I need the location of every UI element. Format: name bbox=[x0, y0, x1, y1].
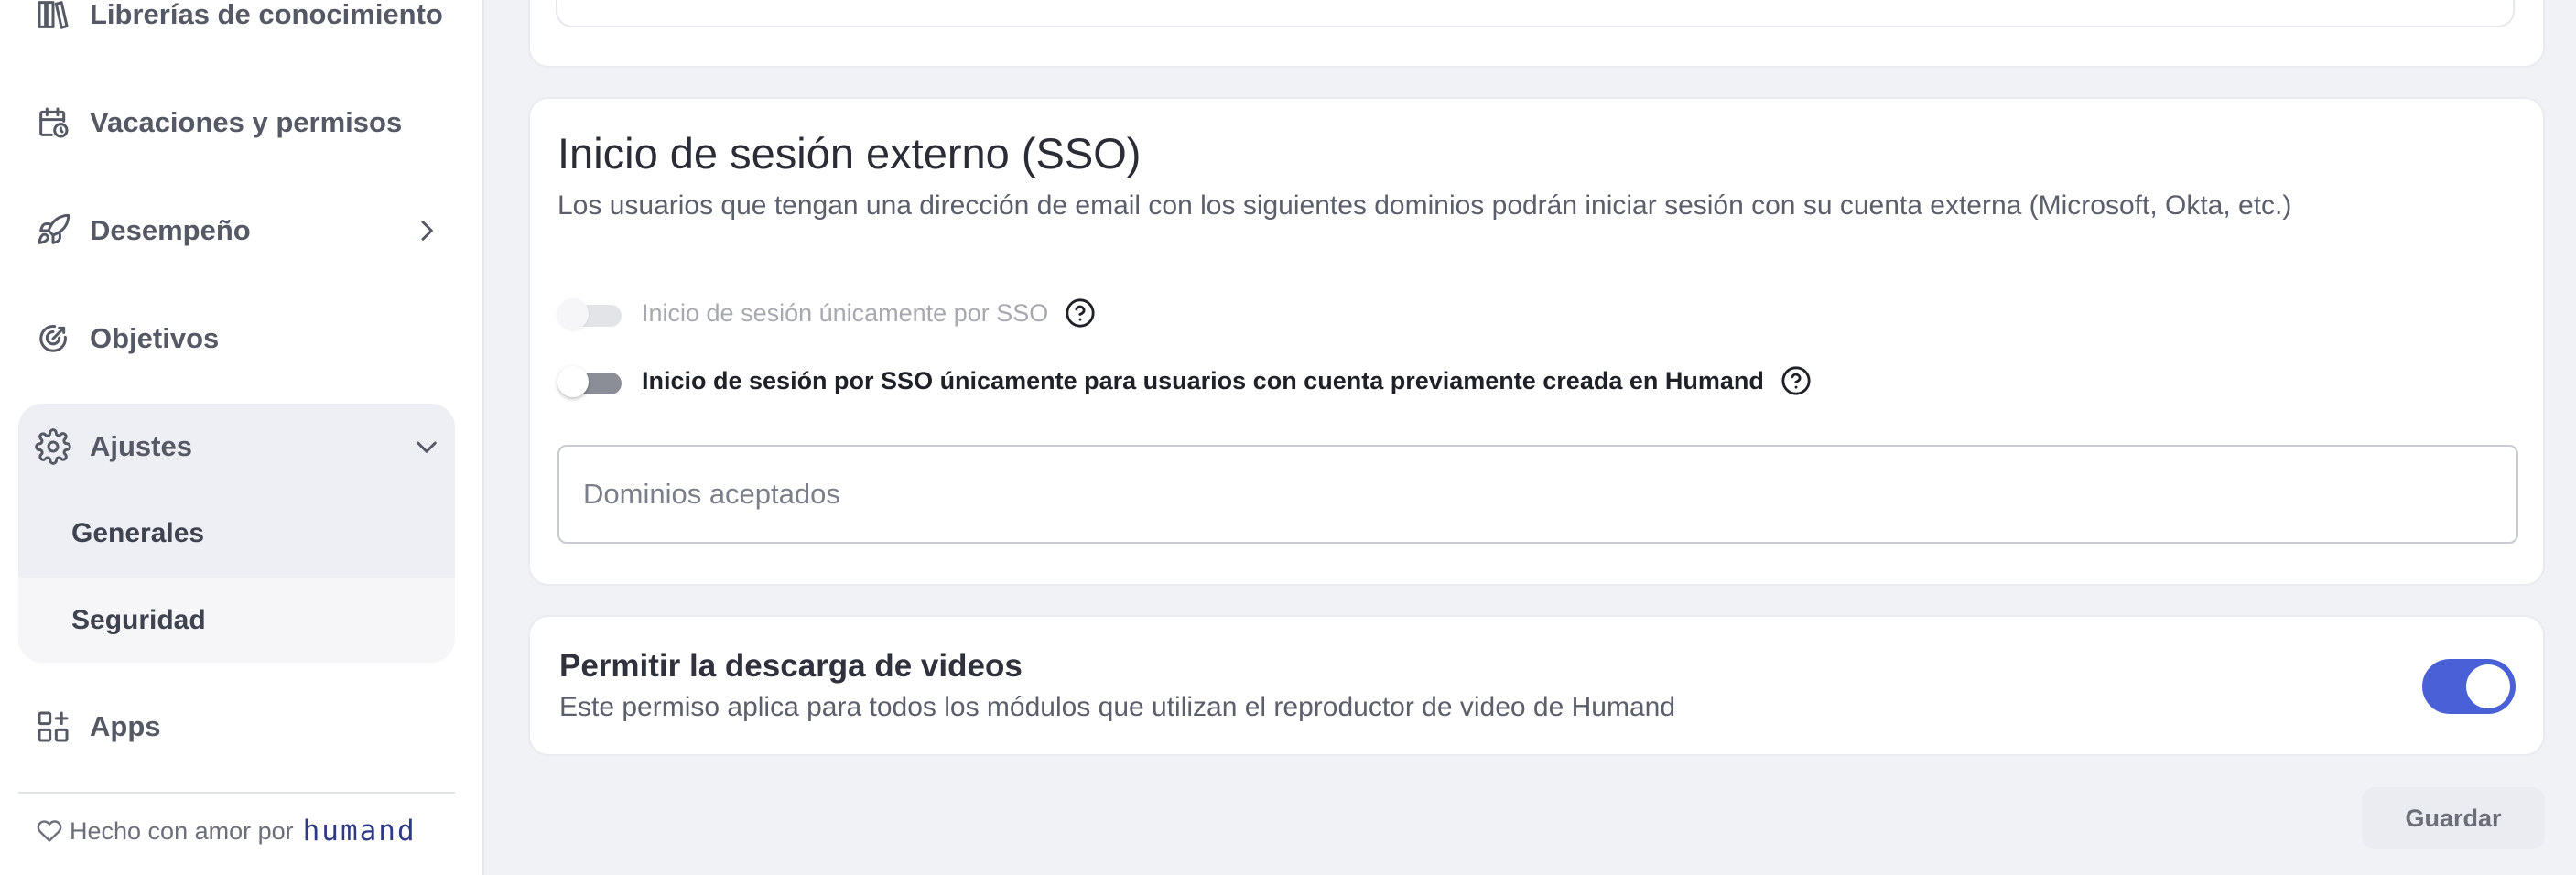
sidebar-footer: Hecho con amor por humand bbox=[37, 815, 417, 848]
sidebar-item-label: Ajustes bbox=[90, 430, 192, 462]
video-download-description: Este permiso aplica para todos los módul… bbox=[559, 692, 1676, 722]
video-download-card: Permitir la descarga de videos Este perm… bbox=[528, 615, 2545, 756]
sidebar-item-apps[interactable]: Apps bbox=[33, 699, 445, 754]
sidebar-item-ajustes[interactable]: Ajustes bbox=[33, 419, 445, 474]
brand-logo[interactable]: humand bbox=[303, 815, 417, 848]
save-button[interactable]: Guardar bbox=[2362, 787, 2545, 849]
sso-section-description: Los usuarios que tengan una dirección de… bbox=[557, 190, 2292, 221]
sidebar-item-librerias[interactable]: Librerías de conocimiento bbox=[33, 0, 445, 42]
sidebar: Librerías de conocimiento Vacaciones y p… bbox=[0, 0, 484, 875]
rocket-icon bbox=[33, 211, 73, 251]
sidebar-item-label: Desempeño bbox=[90, 214, 251, 246]
help-circle-icon[interactable] bbox=[1780, 365, 1812, 396]
apps-grid-icon bbox=[33, 707, 73, 747]
books-icon bbox=[33, 0, 73, 35]
sidebar-item-vacaciones[interactable]: Vacaciones y permisos bbox=[33, 95, 445, 150]
chevron-down-icon bbox=[408, 428, 445, 465]
heart-icon bbox=[37, 820, 62, 842]
gear-icon bbox=[33, 427, 73, 467]
previous-section-card bbox=[528, 0, 2545, 68]
video-download-toggle[interactable] bbox=[2422, 659, 2516, 714]
sidebar-item-label: Objetivos bbox=[90, 322, 220, 354]
accepted-domains-input[interactable] bbox=[557, 445, 2518, 544]
video-download-title: Permitir la descarga de videos bbox=[559, 648, 1023, 684]
sidebar-subitem-generales[interactable]: Generales bbox=[71, 518, 204, 549]
calendar-clock-icon bbox=[33, 103, 73, 143]
sso-only-label: Inicio de sesión únicamente por SSO bbox=[642, 298, 1049, 327]
sso-only-toggle[interactable] bbox=[557, 297, 623, 329]
sso-existing-users-toggle[interactable] bbox=[557, 364, 623, 397]
sidebar-divider bbox=[18, 792, 455, 794]
sidebar-item-label: Apps bbox=[90, 710, 161, 742]
sso-existing-users-label: Inicio de sesión por SSO únicamente para… bbox=[642, 366, 1764, 394]
target-icon bbox=[33, 319, 73, 359]
sidebar-item-objetivos[interactable]: Objetivos bbox=[33, 311, 445, 366]
help-circle-icon[interactable] bbox=[1065, 297, 1096, 329]
previous-section-field bbox=[556, 0, 2515, 27]
sidebar-item-label: Librerías de conocimiento bbox=[90, 0, 443, 30]
sidebar-subitem-seguridad[interactable]: Seguridad bbox=[71, 605, 206, 636]
chevron-right-icon bbox=[408, 212, 445, 249]
footer-text: Hecho con amor por bbox=[70, 816, 294, 845]
sso-section-card: Inicio de sesión externo (SSO) Los usuar… bbox=[528, 97, 2545, 586]
sidebar-item-label: Vacaciones y permisos bbox=[90, 106, 403, 138]
sso-only-row: Inicio de sesión únicamente por SSO bbox=[557, 297, 1096, 329]
sso-existing-users-row: Inicio de sesión por SSO únicamente para… bbox=[557, 364, 1812, 397]
sso-section-title: Inicio de sesión externo (SSO) bbox=[557, 129, 1142, 178]
sidebar-item-desempeno[interactable]: Desempeño bbox=[33, 203, 445, 258]
